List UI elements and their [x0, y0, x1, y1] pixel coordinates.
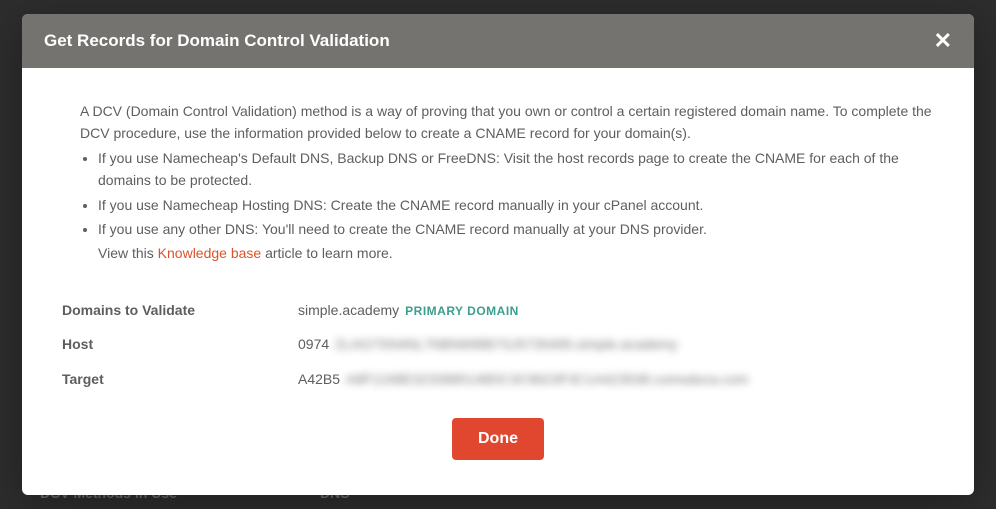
list-item: If you use Namecheap Hosting DNS: Create…: [98, 194, 934, 216]
target-prefix: A42B5: [298, 368, 340, 390]
target-row: Target A42B5 A8F1248E3233985148DC3C9623F3…: [62, 368, 934, 390]
primary-domain-badge: PRIMARY DOMAIN: [405, 302, 519, 321]
host-blurred: 2LAG7SN4NL7NBN698B7SJ5735495.simple.acad…: [335, 333, 677, 355]
host-label: Host: [62, 333, 298, 355]
target-value: A42B5 A8F1248E3233985148DC3C9623F3C1A4235…: [298, 368, 748, 390]
dcv-modal: Get Records for Domain Control Validatio…: [22, 14, 974, 495]
host-prefix: 0974: [298, 333, 329, 355]
view-prefix: View this: [98, 245, 158, 261]
kb-hint: View this Knowledge base article to lear…: [98, 242, 934, 264]
done-button[interactable]: Done: [452, 418, 544, 460]
domains-label: Domains to Validate: [62, 299, 298, 321]
close-icon[interactable]: ✕: [934, 30, 952, 52]
target-label: Target: [62, 368, 298, 390]
records-section: Domains to Validate simple.academy PRIMA…: [62, 299, 934, 390]
list-item: If you use any other DNS: You'll need to…: [98, 218, 934, 240]
target-blurred: A8F1248E3233985148DC3C9623F3C1A423538.co…: [346, 368, 748, 390]
modal-title: Get Records for Domain Control Validatio…: [44, 31, 390, 51]
modal-header: Get Records for Domain Control Validatio…: [22, 14, 974, 68]
view-suffix: article to learn more.: [261, 245, 393, 261]
domains-value: simple.academy PRIMARY DOMAIN: [298, 299, 519, 321]
modal-body: A DCV (Domain Control Validation) method…: [22, 68, 974, 486]
host-row: Host 0974 2LAG7SN4NL7NBN698B7SJ5735495.si…: [62, 333, 934, 355]
knowledge-base-link[interactable]: Knowledge base: [158, 245, 262, 261]
modal-footer: Done: [62, 418, 934, 460]
instruction-list: If you use Namecheap's Default DNS, Back…: [80, 147, 934, 241]
domain-name: simple.academy: [298, 299, 399, 321]
domains-row: Domains to Validate simple.academy PRIMA…: [62, 299, 934, 321]
host-value: 0974 2LAG7SN4NL7NBN698B7SJ5735495.simple.…: [298, 333, 678, 355]
intro-paragraph: A DCV (Domain Control Validation) method…: [80, 100, 934, 145]
list-item: If you use Namecheap's Default DNS, Back…: [98, 147, 934, 192]
